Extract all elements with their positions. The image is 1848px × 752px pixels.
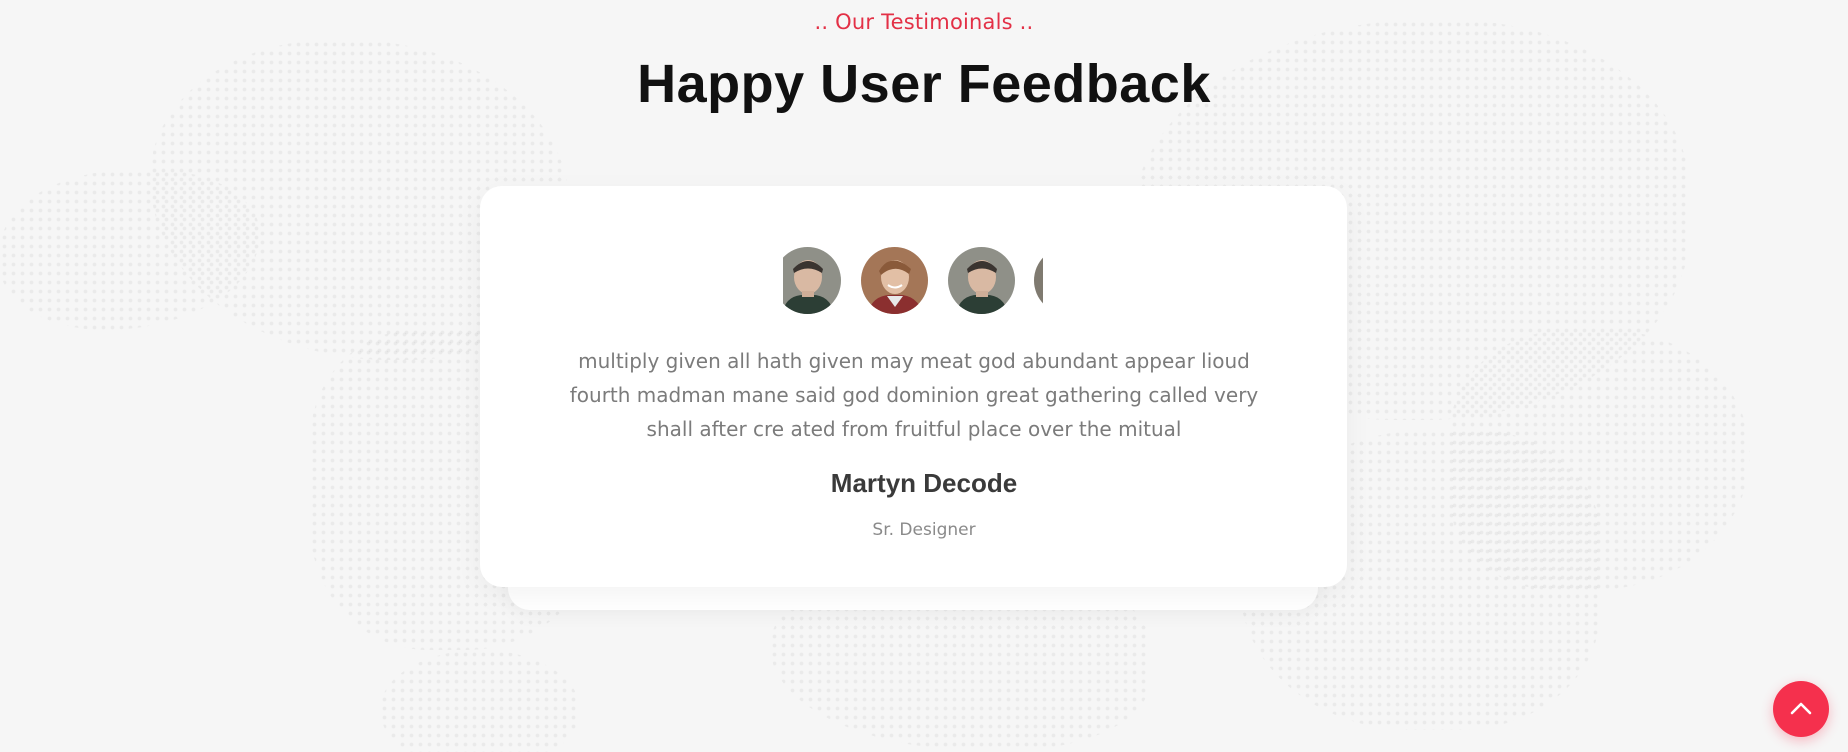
section-title: Happy User Feedback bbox=[637, 54, 1211, 114]
author-name: Martyn Decode bbox=[830, 468, 1018, 498]
chevron-up-icon bbox=[1790, 702, 1812, 715]
back-to-top-button[interactable] bbox=[1773, 681, 1829, 737]
avatar[interactable] bbox=[861, 247, 928, 314]
avatar-carousel[interactable] bbox=[783, 246, 1043, 316]
section-subtitle: .. Our Testimoinals .. bbox=[814, 10, 1034, 34]
avatar[interactable] bbox=[1034, 247, 1043, 314]
avatar[interactable] bbox=[783, 247, 841, 314]
avatar[interactable] bbox=[948, 247, 1015, 314]
testimonial-quote: multiply given all hath given may meat g… bbox=[569, 349, 1259, 441]
author-role: Sr. Designer bbox=[872, 520, 976, 540]
